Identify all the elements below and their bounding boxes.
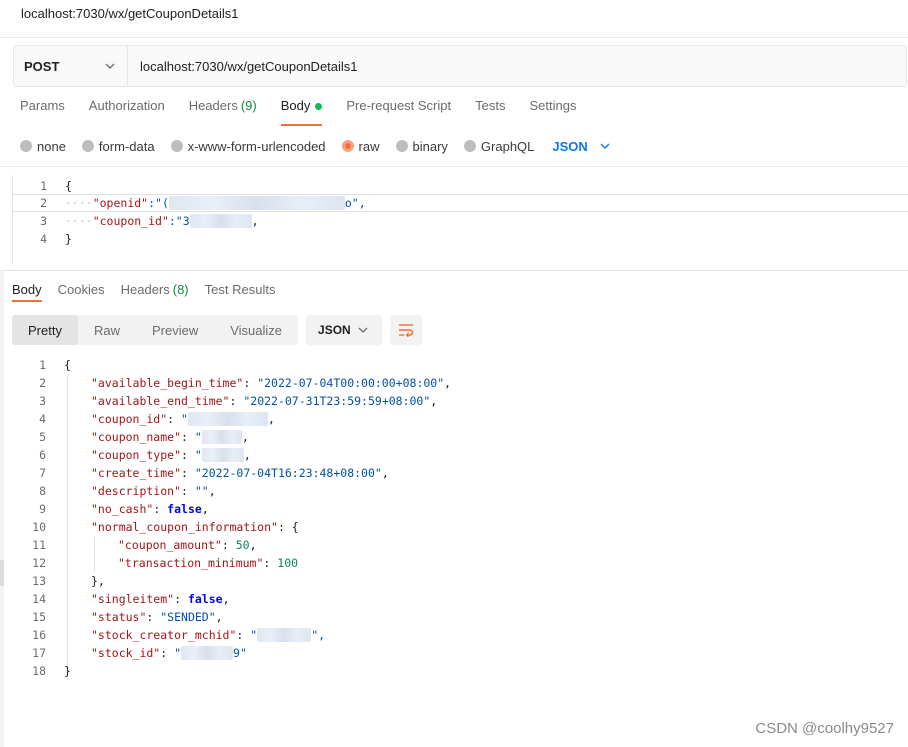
response-tab-cookies[interactable]: Cookies <box>58 282 105 302</box>
redacted-value <box>168 196 345 211</box>
tab-tests[interactable]: Tests <box>475 98 505 126</box>
method-dropdown[interactable]: POST <box>14 46 128 86</box>
view-mode-selector: Pretty Raw Preview Visualize <box>12 315 299 345</box>
method-label: POST <box>24 58 60 74</box>
response-headers-count: (8) <box>172 282 189 297</box>
chevron-down-icon <box>358 327 368 333</box>
request-body-editor[interactable]: 1 { 2 ····"openid":"(o", 3 ····"coupon_i… <box>12 175 908 265</box>
indent-guide <box>94 536 95 572</box>
response-line: 11 "coupon_amount": 50, <box>32 538 257 552</box>
chevron-down-icon <box>600 143 610 149</box>
window-title-bar: localhost:7030/wx/getCouponDetails1 <box>0 0 908 38</box>
response-line: 6 "coupon_type": ", <box>39 447 251 463</box>
editor-line: 2 ····"openid":"(o", <box>13 194 908 212</box>
tab-pre-request-script[interactable]: Pre-request Script <box>346 98 451 126</box>
chevron-down-icon <box>105 63 115 69</box>
radio-circle <box>395 140 408 152</box>
divider <box>0 166 908 167</box>
tab-params[interactable]: Params <box>20 98 65 126</box>
response-tab-test-results[interactable]: Test Results <box>205 282 276 302</box>
redacted-value <box>201 430 242 445</box>
response-tab-body[interactable]: Body <box>12 282 42 302</box>
redacted-value <box>189 214 252 229</box>
radio-none[interactable]: none <box>20 139 66 154</box>
response-tabs: Body Cookies Headers (8) Test Results <box>12 282 291 304</box>
response-line: 13 }, <box>32 574 105 588</box>
response-toolbar: Pretty Raw Preview Visualize JSON <box>12 314 423 346</box>
request-tabs: Params Authorization Headers (9) Body Pre… <box>20 98 600 128</box>
editor-line: 4 } <box>40 232 72 246</box>
wrap-lines-icon <box>399 324 414 337</box>
radio-circle <box>170 140 183 152</box>
headers-count: (9) <box>240 98 257 113</box>
response-line: 4 "coupon_id": ", <box>39 411 275 427</box>
response-line: 12 "transaction_minimum": 100 <box>32 556 299 570</box>
radio-circle-selected <box>341 140 354 152</box>
response-line: 16 "stock_creator_mchid": " ", <box>32 627 326 643</box>
view-preview[interactable]: Preview <box>136 315 214 345</box>
view-pretty[interactable]: Pretty <box>12 315 78 345</box>
response-line: 14 "singleitem": false, <box>32 592 230 606</box>
response-line: 18 } <box>32 664 71 678</box>
radio-urlencoded[interactable]: x-www-form-urlencoded <box>170 139 326 154</box>
response-line: 17 "stock_id": " 9" <box>32 645 247 661</box>
radio-raw[interactable]: raw <box>341 139 380 154</box>
url-input[interactable]: localhost:7030/wx/getCouponDetails1 <box>128 46 358 86</box>
response-line: 15 "status": "SENDED", <box>32 610 223 624</box>
radio-circle <box>463 140 476 152</box>
response-line: 3 "available_end_time": "2022-07-31T23:5… <box>39 394 438 408</box>
left-gutter-marker <box>0 560 4 586</box>
redacted-value <box>257 628 312 643</box>
radio-circle <box>81 140 94 152</box>
response-format-dropdown[interactable]: JSON <box>306 315 383 345</box>
tab-authorization[interactable]: Authorization <box>89 98 165 126</box>
radio-form-data[interactable]: form-data <box>81 139 155 154</box>
tab-body[interactable]: Body <box>280 98 323 126</box>
response-line: 10 "normal_coupon_information": { <box>32 520 299 534</box>
editor-line: 3 ····"coupon_id":"3, <box>40 213 259 229</box>
response-line: 2 "available_begin_time": "2022-07-04T00… <box>39 376 452 390</box>
indent-guide <box>67 374 68 680</box>
redacted-value <box>201 448 244 463</box>
view-visualize[interactable]: Visualize <box>214 315 298 345</box>
radio-binary[interactable]: binary <box>395 139 448 154</box>
radio-circle <box>20 140 32 152</box>
response-line: 8 "description": "", <box>39 484 216 498</box>
left-gutter <box>0 270 4 747</box>
body-format-dropdown[interactable]: JSON <box>552 139 611 154</box>
response-line: 5 "coupon_name": ", <box>39 429 249 445</box>
radio-graphql[interactable]: GraphQL <box>463 139 534 154</box>
response-line: 1 { <box>39 358 71 372</box>
window-title: localhost:7030/wx/getCouponDetails1 <box>21 6 239 21</box>
response-line: 7 "create_time": "2022-07-04T16:23:48+08… <box>39 466 389 480</box>
response-line: 9 "no_cash": false, <box>39 502 209 516</box>
pane-divider[interactable] <box>0 270 908 271</box>
body-indicator-dot <box>315 103 323 110</box>
watermark: CSDN @coolhy9527 <box>755 720 894 737</box>
request-url-bar: POST localhost:7030/wx/getCouponDetails1 <box>13 45 907 87</box>
tab-settings[interactable]: Settings <box>529 98 576 126</box>
body-type-selector: none form-data x-www-form-urlencoded raw… <box>20 137 612 155</box>
tab-headers[interactable]: Headers (9) <box>189 98 257 126</box>
wrap-lines-button[interactable] <box>390 315 423 345</box>
redacted-value <box>181 646 234 661</box>
redacted-value <box>187 412 268 427</box>
response-tab-headers[interactable]: Headers (8) <box>121 282 189 302</box>
view-raw[interactable]: Raw <box>78 315 136 345</box>
editor-line: 1 { <box>40 179 72 193</box>
